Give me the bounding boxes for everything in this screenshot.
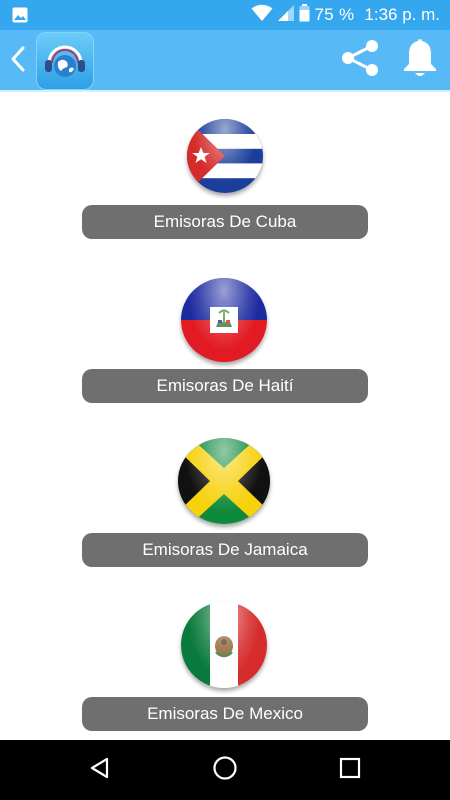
jamaica-flag-icon[interactable] (178, 438, 270, 524)
bell-icon (402, 38, 438, 83)
nav-home-button[interactable] (203, 752, 247, 788)
status-bar: 75 % 1:36 p. m. (0, 0, 450, 30)
back-button[interactable] (4, 44, 32, 78)
system-nav-bar (0, 740, 450, 800)
battery-level: 75 % (314, 5, 355, 24)
home-circle-icon (212, 755, 238, 786)
app-logo[interactable] (36, 32, 94, 90)
station-button-cuba[interactable]: Emisoras De Cuba (82, 205, 368, 239)
flag-gloss (181, 602, 267, 688)
station-button-haiti[interactable]: Emisoras De Haití (82, 369, 368, 403)
recents-square-icon (339, 757, 361, 784)
share-icon (338, 38, 382, 83)
image-notification-icon (12, 7, 28, 28)
globe-headphones-icon (39, 33, 91, 90)
flag-gloss (181, 278, 267, 362)
battery-icon (299, 3, 314, 27)
clock: 1:36 p. m. (364, 5, 440, 24)
notifications-button[interactable] (398, 38, 442, 82)
app-bar (0, 30, 450, 90)
stations-list: Emisoras De Cuba Emisoras De Haití Emiso… (0, 92, 450, 740)
nav-back-button[interactable] (78, 752, 122, 788)
mexico-flag-icon[interactable] (181, 602, 267, 688)
station-button-mexico[interactable]: Emisoras De Mexico (82, 697, 368, 731)
back-triangle-icon (88, 756, 112, 785)
share-button[interactable] (336, 38, 384, 82)
flag-gloss (178, 438, 270, 524)
wifi-icon (251, 4, 277, 27)
nav-recents-button[interactable] (328, 752, 372, 788)
back-chevron-icon (10, 46, 26, 77)
station-button-jamaica[interactable]: Emisoras De Jamaica (82, 533, 368, 567)
cuba-flag-icon[interactable] (187, 119, 263, 193)
signal-icon (277, 4, 299, 27)
flag-gloss (187, 119, 263, 193)
haiti-flag-icon[interactable] (181, 278, 267, 362)
